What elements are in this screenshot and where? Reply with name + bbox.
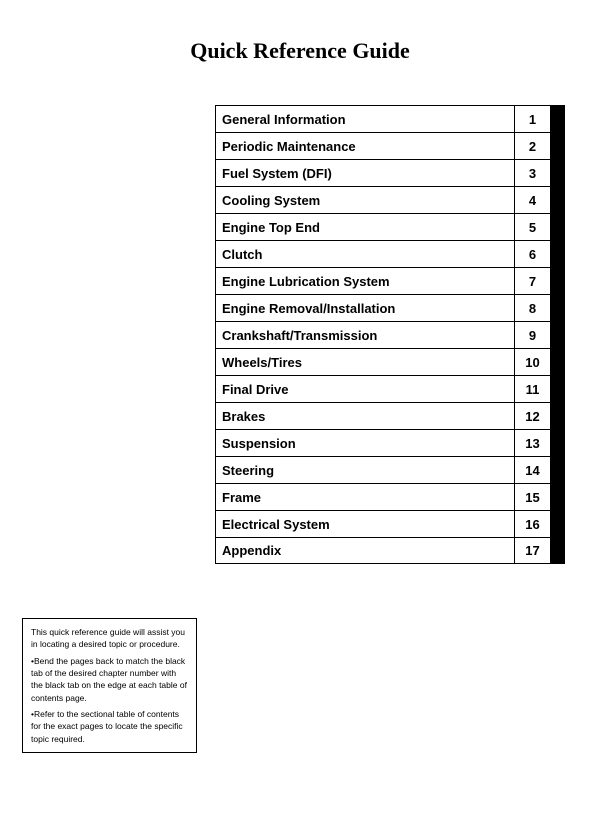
toc-tab [550, 376, 564, 402]
toc-row: Final Drive11 [215, 375, 565, 402]
toc-tab [550, 322, 564, 348]
toc-label: Crankshaft/Transmission [216, 322, 514, 348]
toc-number: 4 [514, 187, 550, 213]
toc-label: Clutch [216, 241, 514, 267]
toc-tab [550, 160, 564, 186]
toc-tab [550, 133, 564, 159]
toc-tab [550, 106, 564, 132]
toc-number: 10 [514, 349, 550, 375]
toc-row: Engine Lubrication System7 [215, 267, 565, 294]
toc-tab [550, 484, 564, 510]
toc-number: 7 [514, 268, 550, 294]
toc-label: Fuel System (DFI) [216, 160, 514, 186]
note-line1: This quick reference guide will assist y… [31, 626, 188, 651]
toc-label: General Information [216, 106, 514, 132]
toc-tab [550, 214, 564, 240]
toc-number: 16 [514, 511, 550, 537]
toc-tab [550, 403, 564, 429]
toc-number: 12 [514, 403, 550, 429]
page-title: Quick Reference Guide [0, 0, 600, 88]
toc-tab [550, 349, 564, 375]
toc-label: Frame [216, 484, 514, 510]
toc-row: Electrical System16 [215, 510, 565, 537]
toc-label: Cooling System [216, 187, 514, 213]
toc-number: 15 [514, 484, 550, 510]
toc-row: General Information1 [215, 105, 565, 132]
toc-label: Engine Lubrication System [216, 268, 514, 294]
toc-number: 14 [514, 457, 550, 483]
toc-number: 6 [514, 241, 550, 267]
toc-label: Suspension [216, 430, 514, 456]
toc-row: Clutch6 [215, 240, 565, 267]
toc-row: Crankshaft/Transmission9 [215, 321, 565, 348]
toc-row: Periodic Maintenance2 [215, 132, 565, 159]
toc-number: 1 [514, 106, 550, 132]
toc-tab [550, 511, 564, 537]
toc-number: 3 [514, 160, 550, 186]
toc-tab [550, 268, 564, 294]
toc-row: Suspension13 [215, 429, 565, 456]
toc-label: Final Drive [216, 376, 514, 402]
toc-number: 11 [514, 376, 550, 402]
toc-row: Appendix17 [215, 537, 565, 564]
toc-row: Brakes12 [215, 402, 565, 429]
note-line2: •Bend the pages back to match the black … [31, 655, 188, 704]
toc-row: Steering14 [215, 456, 565, 483]
toc-label: Steering [216, 457, 514, 483]
toc-number: 9 [514, 322, 550, 348]
toc-number: 5 [514, 214, 550, 240]
toc-row: Cooling System4 [215, 186, 565, 213]
toc-tab [550, 295, 564, 321]
toc-number: 2 [514, 133, 550, 159]
toc-label: Engine Top End [216, 214, 514, 240]
note-line3: •Refer to the sectional table of content… [31, 708, 188, 745]
toc-tab [550, 457, 564, 483]
toc-label: Periodic Maintenance [216, 133, 514, 159]
toc-label: Brakes [216, 403, 514, 429]
toc-row: Engine Removal/Installation8 [215, 294, 565, 321]
toc-label: Electrical System [216, 511, 514, 537]
toc-number: 8 [514, 295, 550, 321]
toc-label: Appendix [216, 538, 514, 563]
toc-number: 13 [514, 430, 550, 456]
toc-number: 17 [514, 538, 550, 563]
toc-tab [550, 187, 564, 213]
toc-row: Frame15 [215, 483, 565, 510]
toc-tab [550, 241, 564, 267]
note-box: This quick reference guide will assist y… [22, 618, 197, 753]
toc-label: Engine Removal/Installation [216, 295, 514, 321]
toc-label: Wheels/Tires [216, 349, 514, 375]
toc-row: Wheels/Tires10 [215, 348, 565, 375]
toc-tab [550, 538, 564, 563]
toc-container: General Information1Periodic Maintenance… [215, 105, 565, 564]
toc-row: Fuel System (DFI)3 [215, 159, 565, 186]
toc-row: Engine Top End5 [215, 213, 565, 240]
toc-tab [550, 430, 564, 456]
